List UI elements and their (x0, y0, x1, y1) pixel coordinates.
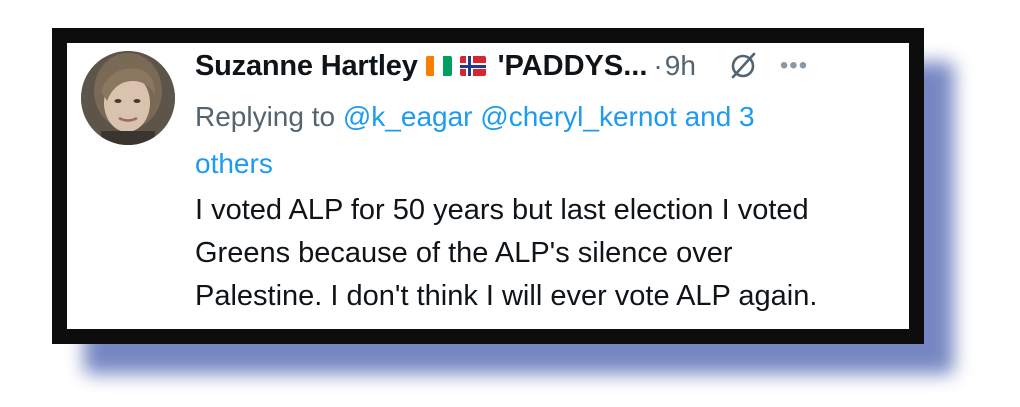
reply-prefix: Replying to (195, 101, 336, 132)
norway-flag-icon (459, 56, 486, 76)
tweet-body-line: Greens because of the ALP's silence over (195, 237, 733, 269)
tweet-card: Suzanne Hartley 'PADDYS... · 9h ••• Repl… (67, 43, 909, 329)
separator: · (653, 50, 663, 81)
cote-divoire-flag-icon (425, 56, 452, 76)
reply-context: Replying to @k_eagar @cheryl_kernot and … (195, 93, 875, 187)
mention-link[interactable]: @cheryl_kernot (480, 101, 677, 132)
tweet-body: I voted ALP for 50 years but last electi… (195, 189, 900, 318)
author-handle[interactable]: 'PADDYS... (498, 50, 648, 83)
avatar-photo (81, 51, 175, 145)
tweet-header: Suzanne Hartley 'PADDYS... · 9h ••• (195, 49, 808, 83)
more-options-icon[interactable]: ••• (780, 52, 808, 80)
tweet-body-line: I voted ALP for 50 years but last electi… (195, 194, 809, 226)
grok-icon[interactable] (728, 51, 758, 81)
tweet-body-line: Palestine. I don't think I will ever vot… (195, 280, 818, 312)
author-name[interactable]: Suzanne Hartley (195, 50, 418, 83)
mention-link[interactable]: @k_eagar (343, 101, 473, 132)
avatar[interactable] (81, 51, 175, 145)
timestamp[interactable]: 9h (665, 50, 696, 82)
